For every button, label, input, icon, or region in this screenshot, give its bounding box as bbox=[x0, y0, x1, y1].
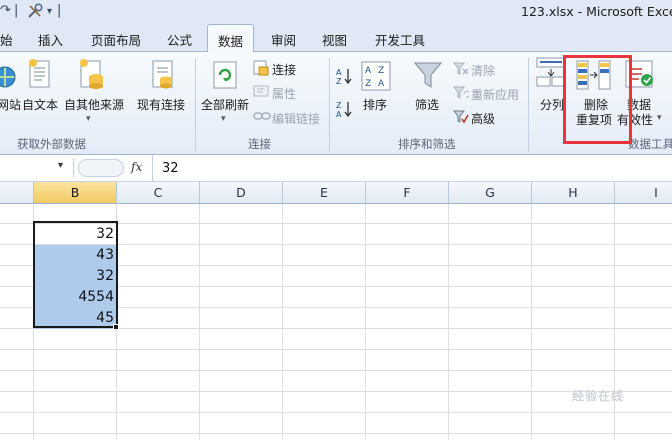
column-header-b[interactable]: B bbox=[34, 182, 117, 204]
tab-data[interactable]: 数据 bbox=[207, 24, 255, 53]
tools-icon[interactable] bbox=[26, 2, 44, 23]
separator-icon: | bbox=[57, 3, 62, 18]
button-label: 分列 bbox=[540, 98, 565, 112]
chevron-down-icon: ▾ bbox=[657, 113, 662, 123]
group-separator bbox=[329, 58, 330, 152]
column-header-f[interactable]: F bbox=[366, 182, 449, 204]
svg-text:A: A bbox=[378, 79, 385, 89]
group-label-connections: 连接 bbox=[248, 137, 271, 151]
globe-icon bbox=[0, 62, 16, 95]
gridline bbox=[282, 204, 283, 440]
chevron-down-icon: ▾ bbox=[86, 114, 91, 124]
svg-text:Z: Z bbox=[336, 101, 342, 110]
button-label: 全部刷新 bbox=[201, 98, 250, 112]
gridline bbox=[365, 204, 366, 440]
formula-bar-splitter[interactable] bbox=[78, 159, 124, 177]
window-title: 123.xlsx - Microsoft Excel bbox=[521, 4, 672, 19]
connections-icon bbox=[253, 60, 269, 79]
button-label: 连接 bbox=[272, 63, 297, 77]
group-separator bbox=[528, 58, 529, 152]
svg-text:Z: Z bbox=[378, 66, 384, 76]
gridline bbox=[0, 433, 672, 434]
column-header-h[interactable]: H bbox=[532, 182, 615, 204]
tab-insert[interactable]: 插入 bbox=[38, 30, 63, 49]
properties-icon bbox=[253, 83, 269, 102]
svg-text:A: A bbox=[336, 110, 342, 119]
gridline bbox=[614, 204, 615, 440]
filter-funnel-icon bbox=[413, 60, 443, 93]
tab-view[interactable]: 视图 bbox=[322, 30, 347, 49]
button-label: 编辑链接 bbox=[272, 112, 321, 126]
sort-za-icon: ZA bbox=[336, 99, 354, 122]
gridline bbox=[0, 412, 672, 413]
column-header-c[interactable]: C bbox=[117, 182, 200, 204]
svg-text:Z: Z bbox=[336, 77, 342, 86]
chevron-down-icon[interactable]: ▾ bbox=[58, 160, 63, 171]
select-all-corner[interactable] bbox=[0, 182, 34, 204]
sort-dialog-icon: AZZA bbox=[361, 61, 391, 94]
button-label: 自其他来源 bbox=[64, 98, 125, 112]
gridline bbox=[531, 204, 532, 440]
group-label-sort-filter: 排序和筛选 bbox=[398, 137, 456, 151]
redo-icon[interactable]: ↷ bbox=[0, 3, 11, 18]
selection-range bbox=[33, 221, 118, 328]
gridline bbox=[448, 204, 449, 440]
tab-formulas[interactable]: 公式 bbox=[167, 30, 192, 49]
formula-bar: ▾ fx 32 bbox=[0, 155, 672, 182]
title-bar: ↷ | ▾ | 123.xlsx - Microsoft Excel bbox=[0, 0, 672, 24]
button-label: 网站 bbox=[0, 98, 22, 112]
tab-home[interactable]: 始 bbox=[0, 30, 13, 49]
button-label: 高级 bbox=[471, 112, 496, 126]
button-label: 清除 bbox=[471, 64, 496, 78]
annotation-highlight-box bbox=[563, 55, 632, 144]
chevron-down-icon: ▾ bbox=[221, 114, 226, 124]
tab-page-layout[interactable]: 页面布局 bbox=[91, 30, 141, 49]
group-separator bbox=[195, 58, 196, 152]
reapply-filter-icon bbox=[452, 86, 471, 103]
gridline bbox=[199, 204, 200, 440]
advanced-filter-icon bbox=[452, 110, 469, 127]
refresh-icon bbox=[211, 59, 239, 94]
ribbon-tabs: 始 插入 页面布局 公式 数据 审阅 视图 开发工具 bbox=[0, 24, 672, 53]
sort-az-icon: AZ bbox=[336, 66, 354, 89]
svg-text:Z: Z bbox=[365, 79, 371, 89]
gridline bbox=[0, 349, 672, 350]
insert-function-icon[interactable]: fx bbox=[131, 160, 142, 174]
text-file-icon bbox=[27, 57, 53, 94]
gridline bbox=[0, 370, 672, 371]
button-label: 现有连接 bbox=[137, 98, 186, 112]
tab-review[interactable]: 审阅 bbox=[271, 30, 296, 49]
svg-text:A: A bbox=[336, 68, 342, 77]
tab-developer[interactable]: 开发工具 bbox=[375, 30, 425, 49]
fill-handle[interactable] bbox=[113, 324, 119, 330]
watermark-logo: 经验在线 bbox=[572, 389, 625, 403]
column-header-i[interactable]: I bbox=[615, 182, 672, 204]
button-label: 自文本 bbox=[22, 98, 59, 112]
database-icon bbox=[78, 57, 106, 94]
column-header-d[interactable]: D bbox=[200, 182, 283, 204]
button-label: 属性 bbox=[272, 87, 297, 101]
button-label: 排序 bbox=[363, 98, 388, 112]
group-label-data-tools: 数据工具 bbox=[628, 137, 672, 151]
link-icon bbox=[253, 110, 271, 125]
existing-connections-icon bbox=[150, 57, 176, 94]
column-header-g[interactable]: G bbox=[449, 182, 532, 204]
formula-input[interactable]: 32 bbox=[162, 161, 179, 176]
svg-text:A: A bbox=[365, 66, 372, 76]
text-to-columns-icon bbox=[536, 57, 566, 90]
button-label: 重新应用 bbox=[471, 88, 520, 102]
customize-dropdown-icon[interactable]: ▾ bbox=[47, 6, 52, 17]
group-label-external-data: 获取外部数据 bbox=[17, 137, 86, 151]
separator-icon: | bbox=[14, 3, 19, 18]
clear-filter-icon bbox=[452, 62, 469, 79]
name-box[interactable]: ▾ bbox=[0, 158, 74, 178]
divider bbox=[152, 155, 153, 181]
button-label: 筛选 bbox=[415, 98, 440, 112]
column-header-e[interactable]: E bbox=[283, 182, 366, 204]
